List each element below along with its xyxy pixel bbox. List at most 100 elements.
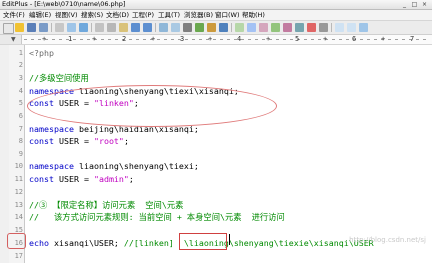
menu-file[interactable]: 文件(F) bbox=[3, 10, 25, 20]
copy-icon[interactable] bbox=[107, 23, 116, 32]
undo-icon[interactable] bbox=[131, 23, 140, 32]
app-name: EditPlus bbox=[2, 0, 28, 8]
code-token: beijing\haidian\xisanqi; bbox=[73, 124, 199, 134]
print-preview-icon[interactable] bbox=[67, 23, 76, 32]
code-line[interactable]: 17 bbox=[15, 250, 432, 262]
line-number: 8 bbox=[18, 137, 23, 145]
code-line[interactable]: 8 const USER = "root"; bbox=[19, 135, 432, 147]
code-line[interactable]: 7 namespace beijing\haidian\xisanqi; bbox=[19, 123, 432, 135]
code-token: liaoning\shenyang\tiexi; bbox=[73, 161, 199, 171]
menu-document[interactable]: 文档(D) bbox=[106, 10, 129, 20]
menu-help[interactable]: 帮助(H) bbox=[242, 10, 265, 20]
code-text[interactable]: namespace beijing\haidian\xisanqi; bbox=[29, 123, 199, 135]
new-file-icon[interactable] bbox=[3, 23, 14, 34]
menu-browser[interactable]: 浏览器(B) bbox=[184, 10, 213, 20]
title-bar: EditPlus - [E:\web\0710\name\06.php] _ □ × bbox=[0, 0, 432, 10]
toolbar-separator bbox=[51, 23, 52, 32]
code-text[interactable]: namespace liaoning\shenyang\tiexi; bbox=[29, 160, 199, 172]
ruler-mark: + bbox=[381, 35, 386, 43]
code-line[interactable]: 13 //③ 【限定名称】访问元素 空间\元素 bbox=[15, 199, 432, 211]
spell-check-icon[interactable] bbox=[79, 23, 88, 32]
code-line[interactable]: 1 <?php bbox=[19, 47, 432, 59]
code-token: const bbox=[29, 174, 54, 184]
code-token: const bbox=[29, 98, 54, 108]
word-wrap-icon[interactable] bbox=[195, 23, 204, 32]
close-button[interactable]: × bbox=[420, 1, 429, 8]
menu-view[interactable]: 视图(V) bbox=[55, 10, 78, 20]
code-text[interactable]: // 该方式访问元素规则: 当前空间 + 本身空间\元素 进行访问 bbox=[29, 211, 285, 223]
code-text[interactable]: const USER = "root"; bbox=[29, 135, 129, 147]
replace-icon[interactable] bbox=[171, 23, 180, 32]
paste-icon[interactable] bbox=[119, 23, 128, 32]
code-area[interactable]: 1 <?php 2 3 //多级空间使用 4 namespace liaoning\shen… bbox=[15, 45, 432, 263]
code-line[interactable]: 4 namespace liaoning\shenyang\tiexi\xisan… bbox=[19, 85, 432, 97]
ruler-marker-icon: ▼ bbox=[11, 36, 16, 43]
code-line[interactable]: 10 namespace liaoning\shenyang\tiexi; bbox=[15, 160, 432, 172]
check-icon[interactable] bbox=[271, 23, 280, 32]
line-number: 15 bbox=[14, 226, 23, 234]
code-text[interactable]: echo xisanqi\USER; //[linken] \liaoning\… bbox=[29, 237, 374, 249]
menu-search[interactable]: 搜索(S) bbox=[81, 10, 103, 20]
code-token: USER = bbox=[53, 174, 94, 184]
code-line[interactable]: 6 bbox=[19, 110, 432, 122]
cliptext-icon[interactable] bbox=[247, 23, 256, 32]
window-tile-icon[interactable] bbox=[335, 23, 344, 32]
color-icon[interactable] bbox=[259, 23, 268, 32]
minimize-button[interactable]: _ bbox=[400, 1, 409, 8]
code-text[interactable]: const USER = "admin"; bbox=[29, 173, 134, 185]
code-text[interactable]: namespace liaoning\shenyang\tiexi\xisanq… bbox=[29, 85, 239, 97]
ruler-ticks bbox=[24, 39, 428, 40]
code-line[interactable]: 12 bbox=[15, 186, 432, 198]
toolbar-separator bbox=[155, 23, 156, 32]
line-number: 12 bbox=[14, 188, 23, 196]
menu-bar: 文件(F) 编辑(E) 视图(V) 搜索(S) 文档(D) 工程(P) 工具(T… bbox=[0, 10, 432, 21]
code-text[interactable]: const USER = "linken"; bbox=[29, 97, 139, 109]
file-path: [E:\web\0710\name\06.php] bbox=[34, 0, 126, 8]
save-icon[interactable] bbox=[27, 23, 36, 32]
maximize-button[interactable]: □ bbox=[410, 1, 419, 8]
line-number: 9 bbox=[18, 150, 23, 158]
code-line[interactable]: 3 //多级空间使用 bbox=[19, 72, 432, 84]
code-token: ; bbox=[123, 136, 129, 146]
browser-icon[interactable] bbox=[207, 23, 216, 32]
open-folder-icon[interactable] bbox=[15, 23, 24, 32]
code-text[interactable]: <?php bbox=[29, 47, 54, 59]
code-token: USER = bbox=[53, 136, 94, 146]
save-all-icon[interactable] bbox=[39, 23, 48, 32]
bold-icon[interactable] bbox=[183, 23, 192, 32]
ruler-mark: 3 bbox=[180, 35, 185, 43]
menu-project[interactable]: 工程(P) bbox=[132, 10, 154, 20]
line-number: 10 bbox=[14, 162, 23, 170]
window-title: EditPlus - [E:\web\0710\name\06.php] bbox=[2, 0, 127, 9]
code-line[interactable]: 14 // 该方式访问元素规则: 当前空间 + 本身空间\元素 进行访问 bbox=[15, 211, 432, 223]
code-line[interactable]: 2 bbox=[19, 59, 432, 71]
editor[interactable]: 1 <?php 2 3 //多级空间使用 4 namespace liaoning\shen… bbox=[0, 45, 432, 263]
code-token: const bbox=[29, 136, 54, 146]
code-line[interactable]: 11 const USER = "admin"; bbox=[15, 173, 432, 185]
line-number: 13 bbox=[14, 201, 23, 209]
window-cascade-icon[interactable] bbox=[347, 23, 356, 32]
code-token: "root" bbox=[93, 136, 124, 146]
text-cursor bbox=[229, 234, 230, 245]
tag-icon[interactable] bbox=[283, 23, 292, 32]
menu-tools[interactable]: 工具(T) bbox=[158, 10, 180, 20]
print-icon[interactable] bbox=[55, 23, 64, 32]
run-icon[interactable] bbox=[219, 23, 228, 32]
ftp-icon[interactable] bbox=[295, 23, 304, 32]
line-number: 16 bbox=[14, 239, 23, 247]
settings-icon[interactable] bbox=[319, 23, 328, 32]
find-icon[interactable] bbox=[159, 23, 168, 32]
help-icon[interactable] bbox=[359, 23, 368, 32]
menu-window[interactable]: 窗口(W) bbox=[215, 10, 240, 20]
cut-icon[interactable] bbox=[95, 23, 104, 32]
stop-icon[interactable] bbox=[307, 23, 316, 32]
directory-icon[interactable] bbox=[235, 23, 244, 32]
code-token: liaoning\shenyang\tiexi\xisanqi; bbox=[73, 86, 239, 96]
code-line[interactable]: 5 const USER = "linken"; bbox=[19, 97, 432, 109]
code-text[interactable]: //多级空间使用 bbox=[29, 72, 89, 84]
code-line[interactable]: 9 bbox=[19, 148, 432, 160]
redo-icon[interactable] bbox=[143, 23, 152, 32]
menu-edit[interactable]: 编辑(E) bbox=[29, 10, 51, 20]
code-text[interactable]: //③ 【限定名称】访问元素 空间\元素 bbox=[29, 199, 183, 211]
toolbar-separator bbox=[231, 23, 232, 32]
